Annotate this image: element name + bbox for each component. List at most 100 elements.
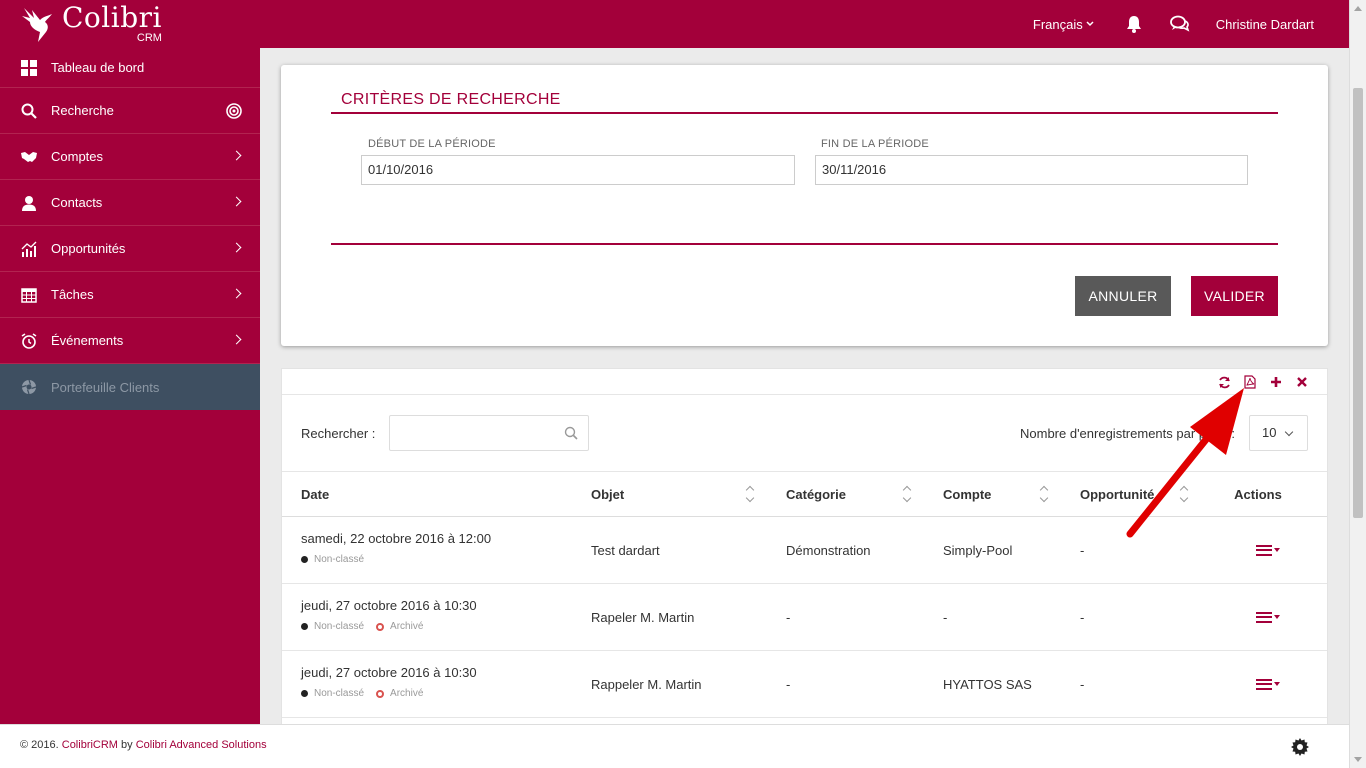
cancel-button[interactable]: ANNULER — [1075, 276, 1171, 316]
close-icon[interactable] — [1295, 375, 1309, 389]
pdf-export-icon[interactable] — [1243, 375, 1257, 389]
sidebar-item-contacts[interactable]: Contacts — [0, 180, 260, 226]
table-row[interactable]: jeudi, 27 octobre 2016 à 10:30 Non-class… — [282, 650, 1327, 718]
dot-icon — [301, 623, 308, 630]
sidebar-item-label: Recherche — [51, 103, 114, 118]
sidebar-item-accounts[interactable]: Comptes — [0, 134, 260, 180]
sidebar-item-opportunities[interactable]: Opportunités — [0, 226, 260, 272]
page-length-select[interactable]: 10 — [1249, 415, 1308, 451]
sidebar-item-label: Comptes — [51, 149, 104, 164]
brand-logo[interactable]: Colibri CRM — [18, 2, 162, 46]
hummingbird-logo-icon — [22, 8, 52, 42]
end-date-input[interactable]: 30/11/2016 — [815, 155, 1248, 185]
row-actions-menu[interactable] — [1220, 611, 1327, 623]
column-header-opportunity[interactable]: Opportunité — [1061, 471, 1201, 517]
row-account: - — [924, 583, 1061, 651]
brand-name: Colibri — [62, 1, 162, 34]
alarm-clock-icon — [20, 332, 38, 350]
user-menu[interactable]: Christine Dardart — [1216, 17, 1314, 32]
column-header-account[interactable]: Compte — [924, 471, 1061, 517]
criteria-title: CRITÈRES DE RECHERCHE — [341, 91, 561, 108]
top-bar: Colibri CRM Français Christine Dardart — [0, 0, 1366, 48]
chevron-right-icon — [231, 242, 242, 252]
scrollbar-thumb[interactable] — [1353, 88, 1363, 518]
chevron-down-icon — [1284, 427, 1294, 437]
status-badge: Non-classé — [301, 554, 364, 565]
ring-icon — [376, 689, 385, 698]
sidebar-item-search[interactable]: Recherche — [0, 88, 260, 134]
add-icon[interactable] — [1269, 375, 1283, 389]
start-date-input[interactable]: 01/10/2016 — [361, 155, 795, 185]
title-divider — [331, 112, 1278, 114]
search-input[interactable] — [389, 415, 589, 451]
copyright-text: © 2016. ColibriCRM by Colibri Advanced S… — [20, 739, 267, 751]
dot-icon — [301, 690, 308, 697]
user-icon — [20, 194, 38, 212]
row-category: Démonstration — [767, 516, 924, 584]
status-badge: Non-classé — [301, 621, 364, 632]
table-header-row: Date Objet Catégorie Compte Opportunité … — [282, 471, 1327, 517]
search-icon — [564, 426, 578, 440]
panel-toolbar — [1217, 373, 1309, 391]
target-icon — [226, 102, 242, 119]
page-scrollbar[interactable] — [1349, 0, 1366, 768]
grid-icon — [20, 59, 38, 77]
refresh-icon[interactable] — [1217, 375, 1231, 389]
column-header-actions: Actions — [1201, 471, 1327, 517]
submit-button[interactable]: VALIDER — [1191, 276, 1278, 316]
archived-badge: Archivé — [376, 688, 423, 699]
caret-down-icon — [1273, 615, 1280, 619]
sidebar-item-label: Contacts — [51, 195, 103, 210]
column-header-date[interactable]: Date — [282, 471, 572, 517]
row-category: - — [767, 583, 924, 651]
search-icon — [20, 102, 38, 120]
panel-divider — [282, 394, 1327, 395]
table-row[interactable]: jeudi, 27 octobre 2016 à 10:30 Non-class… — [282, 583, 1327, 651]
notifications-bell-icon[interactable] — [1124, 14, 1144, 34]
sort-icon — [1040, 487, 1049, 501]
sidebar-item-label: Tâches — [51, 287, 94, 302]
page-length-label: Nombre d'enregistrements par page : — [1020, 426, 1235, 441]
aperture-icon — [20, 378, 38, 396]
brand-sub: CRM — [136, 32, 162, 44]
column-header-category[interactable]: Catégorie — [767, 471, 924, 517]
sidebar-item-events[interactable]: Événements — [0, 318, 260, 364]
footer: © 2016. ColibriCRM by Colibri Advanced S… — [0, 724, 1349, 768]
column-header-object[interactable]: Objet — [572, 471, 767, 517]
company-link[interactable]: Colibri Advanced Solutions — [136, 739, 267, 751]
caret-down-icon — [1273, 548, 1280, 552]
search-label: Rechercher : — [301, 426, 376, 441]
start-date-label: DÉBUT DE LA PÉRIODE — [368, 138, 496, 150]
row-date: samedi, 22 octobre 2016 à 12:00 — [301, 531, 492, 546]
product-link[interactable]: ColibriCRM — [62, 739, 118, 751]
row-actions-menu[interactable] — [1220, 678, 1327, 690]
calendar-icon — [20, 286, 38, 304]
sidebar-item-tasks[interactable]: Tâches — [0, 272, 260, 318]
gear-icon[interactable] — [1291, 738, 1309, 756]
language-selector[interactable]: Français — [1033, 17, 1094, 32]
chevron-down-icon — [1086, 21, 1094, 27]
row-object: Rappeler M. Martin — [572, 650, 767, 718]
menu-icon — [1255, 611, 1272, 623]
sidebar-item-portfolio[interactable]: Portefeuille Clients — [0, 364, 260, 410]
row-account: HYATTOS SAS — [924, 650, 1061, 718]
row-account: Simply-Pool — [924, 516, 1061, 584]
sidebar-item-dashboard[interactable]: Tableau de bord — [0, 48, 260, 88]
status-badge: Non-classé — [301, 688, 364, 699]
ring-icon — [376, 622, 385, 631]
row-actions-menu[interactable] — [1220, 544, 1327, 556]
sidebar-item-label: Tableau de bord — [51, 60, 145, 75]
archived-badge: Archivé — [376, 621, 423, 632]
form-divider — [331, 243, 1278, 245]
row-object: Test dardart — [572, 516, 767, 584]
scroll-down-icon[interactable] — [1354, 757, 1362, 762]
handshake-icon — [20, 148, 38, 166]
scroll-up-icon[interactable] — [1354, 6, 1362, 11]
chart-growth-icon — [20, 240, 38, 258]
chevron-right-icon — [231, 334, 242, 344]
table-row[interactable]: samedi, 22 octobre 2016 à 12:00 Non-clas… — [282, 516, 1327, 584]
row-object: Rapeler M. Martin — [572, 583, 767, 651]
language-label: Français — [1032, 16, 1083, 32]
row-category: - — [767, 650, 924, 718]
chat-bubbles-icon[interactable] — [1169, 14, 1190, 34]
